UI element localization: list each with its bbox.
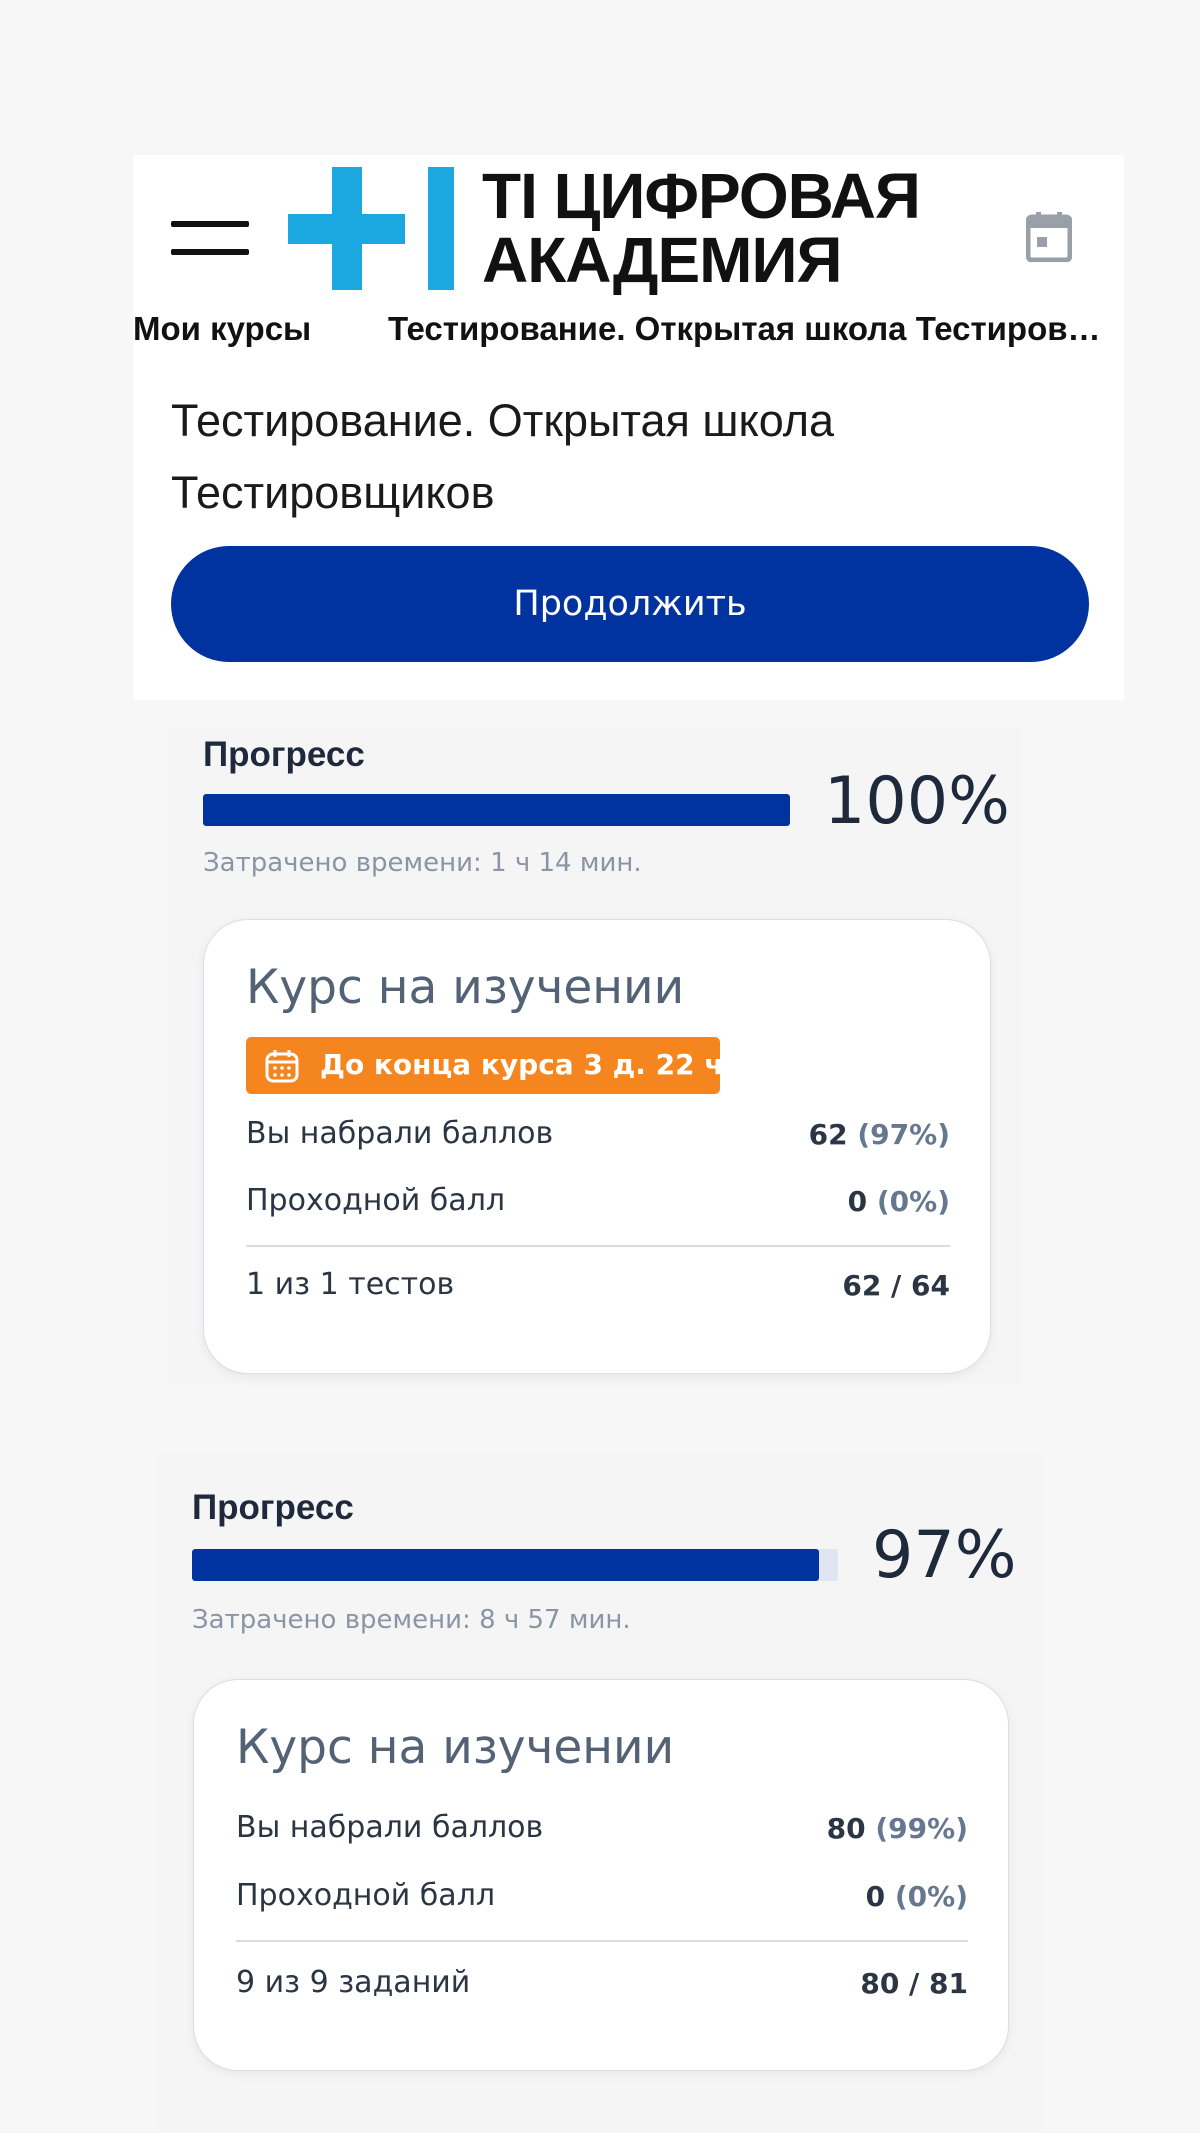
logo-text: TI ЦИФРОВАЯ АКАДЕМИЯ [482, 160, 921, 296]
time-spent: Затрачено времени: 1 ч 14 мин. [203, 848, 642, 878]
hamburger-menu-icon[interactable] [171, 221, 249, 257]
tests-score-value: 62 / 64 [842, 1269, 950, 1302]
score-value: 80 (99%) [826, 1812, 968, 1845]
tasks-count-label: 9 из 9 заданий [236, 1965, 471, 2000]
pass-score-value: 0 (0%) [865, 1880, 968, 1913]
progress-fill [192, 1549, 819, 1581]
tasks-score-value: 80 / 81 [860, 1967, 968, 2000]
course-status-card: Курс на изучении До конца курса 3 д. 22 … [203, 919, 991, 1374]
card-title: Курс на изучении [246, 960, 685, 1015]
continue-button[interactable]: Продолжить [171, 546, 1089, 662]
calendar-icon[interactable] [1025, 212, 1073, 263]
score-label: Вы набрали баллов [236, 1810, 544, 1845]
breadcrumb: Мои курсы Тестирование. Открытая школа Т… [133, 310, 1124, 350]
progress-label: Прогресс [203, 735, 365, 774]
pass-score-label: Проходной балл [236, 1878, 496, 1913]
progress-label: Прогресс [192, 1488, 354, 1527]
breadcrumb-current-course[interactable]: Тестирование. Открытая школа Тестировщик… [388, 310, 1118, 348]
score-value: 62 (97%) [808, 1118, 950, 1151]
calendar-icon [265, 1050, 299, 1083]
deadline-badge: До конца курса 3 д. 22 ч. [246, 1037, 734, 1094]
breadcrumb-my-courses[interactable]: Мои курсы [133, 310, 311, 348]
tests-count-label: 1 из 1 тестов [246, 1267, 455, 1302]
progress-section: Прогресс 97% Затрачено времени: 8 ч 57 м… [158, 1452, 1043, 2132]
divider [236, 1940, 968, 1942]
top-header: TI ЦИФРОВАЯ АКАДЕМИЯ Мои курсы Тестирова… [133, 155, 1124, 700]
course-status-card: Курс на изучении Вы набрали баллов 80 (9… [193, 1679, 1009, 2071]
progress-percent: 100% [824, 764, 1010, 839]
progress-percent: 97% [872, 1518, 1017, 1593]
deadline-text: До конца курса 3 д. 22 ч. [320, 1048, 735, 1081]
progress-section: Прогресс 100% Затрачено времени: 1 ч 14 … [168, 726, 1023, 1386]
card-title: Курс на изучении [236, 1720, 675, 1775]
pass-score-label: Проходной балл [246, 1183, 506, 1218]
time-spent: Затрачено времени: 8 ч 57 мин. [192, 1605, 631, 1635]
pass-score-value: 0 (0%) [847, 1185, 950, 1218]
divider [246, 1245, 950, 1247]
progress-bar [203, 794, 790, 826]
academy-logo[interactable]: TI ЦИФРОВАЯ АКАДЕМИЯ [288, 160, 968, 296]
score-label: Вы набрали баллов [246, 1116, 554, 1151]
course-title: Тестирование. Открытая школа Тестировщик… [171, 395, 835, 518]
progress-bar [192, 1549, 838, 1581]
progress-fill [203, 794, 790, 826]
